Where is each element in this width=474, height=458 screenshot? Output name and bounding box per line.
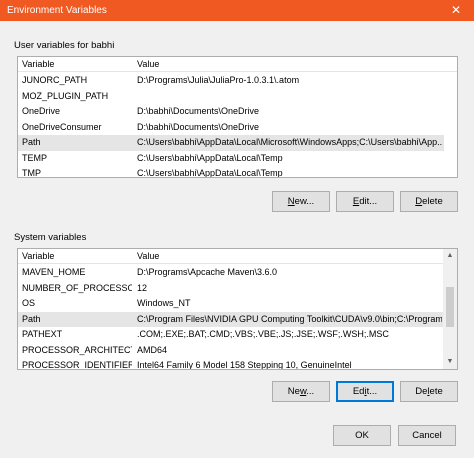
variable-value: D:\babhi\Documents\OneDrive [137,106,260,116]
user-list-header: Variable Value [18,57,457,72]
system-variables-list[interactable]: Variable Value MAVEN_HOME D:\Programs\Apc… [17,248,458,370]
variable-value: C:\Program Files\NVIDIA GPU Computing To… [137,313,442,324]
user-edit-button[interactable]: Edit... [336,191,394,212]
user-variable-row[interactable]: OneDrive D:\babhi\Documents\OneDrive [18,104,444,120]
variable-name: PATHEXT [22,329,63,339]
variable-name: MOZ_PLUGIN_PATH [22,90,109,101]
variable-name: Path [22,313,41,324]
system-variable-row[interactable]: PROCESSOR_ARCHITECTU... AMD64 [18,343,444,359]
variable-name: TMP [22,168,41,178]
user-variable-row[interactable]: MOZ_PLUGIN_PATH [18,89,444,105]
title-bar: Environment Variables ✕ [0,0,474,21]
system-variable-row[interactable]: PROCESSOR_IDENTIFIER Intel64 Family 6 Mod… [18,358,444,370]
system-variable-row[interactable]: OS Windows_NT [18,296,444,312]
scroll-down-icon[interactable]: ▼ [443,355,457,369]
variable-value: Intel64 Family 6 Model 158 Stepping 10, … [137,360,352,370]
user-variables-label: User variables for babhi [14,40,115,51]
variable-value: D:\Programs\Apcache Maven\3.6.0 [137,267,278,277]
variable-value: AMD64 [137,344,168,355]
system-rows: MAVEN_HOME D:\Programs\Apcache Maven\3.6.… [18,265,444,370]
user-variable-row[interactable]: OneDriveConsumer D:\babhi\Documents\OneDr… [18,120,444,136]
variable-value: C:\Users\babhi\AppData\Local\Temp [137,152,283,163]
system-delete-button[interactable]: Delete [400,381,458,402]
close-icon[interactable]: ✕ [438,0,474,21]
user-delete-button[interactable]: Delete [400,191,458,212]
scroll-thumb[interactable] [446,287,454,327]
user-variable-row[interactable]: TMP C:\Users\babhi\AppData\Local\Temp [18,166,444,178]
variable-value: C:\Users\babhi\AppData\Local\Temp [137,168,283,178]
system-variables-label: System variables [14,232,87,243]
system-variable-row[interactable]: PATHEXT .COM;.EXE;.BAT;.CMD;.VBS;.VBE;.JS… [18,327,444,343]
variable-name: OS [22,298,36,308]
user-rows: JUNORC_PATH D:\Programs\Julia\JuliaPro-1.… [18,73,444,178]
system-variable-row[interactable]: MAVEN_HOME D:\Programs\Apcache Maven\3.6.… [18,265,444,281]
window-title: Environment Variables [7,5,107,16]
system-new-button[interactable]: New... [272,381,330,402]
variable-name: NUMBER_OF_PROCESSORS [22,282,132,293]
column-header-value[interactable]: Value [137,57,159,72]
variable-value: D:\babhi\Documents\OneDrive [137,121,260,132]
variable-name: TEMP [22,152,48,163]
system-variable-row[interactable]: NUMBER_OF_PROCESSORS 12 [18,281,444,297]
ok-button[interactable]: OK [333,425,391,446]
variable-name: OneDriveConsumer [22,121,102,132]
system-list-header: Variable Value [18,249,457,264]
variable-value: C:\Users\babhi\AppData\Local\Microsoft\W… [137,137,442,147]
cancel-button[interactable]: Cancel [398,425,456,446]
user-new-button[interactable]: New... [272,191,330,212]
system-list-scrollbar[interactable]: ▲ ▼ [443,249,457,369]
variable-name: MAVEN_HOME [22,267,86,277]
user-variable-row[interactable]: JUNORC_PATH D:\Programs\Julia\JuliaPro-1.… [18,73,444,89]
scroll-up-icon[interactable]: ▲ [443,249,457,263]
user-variables-list[interactable]: Variable Value JUNORC_PATH D:\Programs\Ju… [17,56,458,178]
user-variable-row[interactable]: Path C:\Users\babhi\AppData\Local\Microso… [18,135,444,151]
variable-value: 12 [137,282,148,293]
column-header-variable[interactable]: Variable [22,249,54,264]
user-variable-row[interactable]: TEMP C:\Users\babhi\AppData\Local\Temp [18,151,444,167]
variable-name: JUNORC_PATH [22,75,88,85]
variable-name: PROCESSOR_ARCHITECTU... [22,344,132,355]
variable-value: D:\Programs\Julia\JuliaPro-1.0.3.1\.atom [137,75,300,85]
variable-value: Windows_NT [137,298,191,308]
system-variable-row[interactable]: Path C:\Program Files\NVIDIA GPU Computin… [18,311,444,327]
variable-value: .COM;.EXE;.BAT;.CMD;.VBS;.VBE;.JS;.JSE;.… [137,329,389,339]
variable-name: Path [22,137,41,147]
column-header-value[interactable]: Value [137,249,159,264]
system-edit-button[interactable]: Edit... [336,381,394,402]
variable-name: PROCESSOR_IDENTIFIER [22,360,132,370]
column-header-variable[interactable]: Variable [22,57,54,72]
variable-name: OneDrive [22,106,61,116]
